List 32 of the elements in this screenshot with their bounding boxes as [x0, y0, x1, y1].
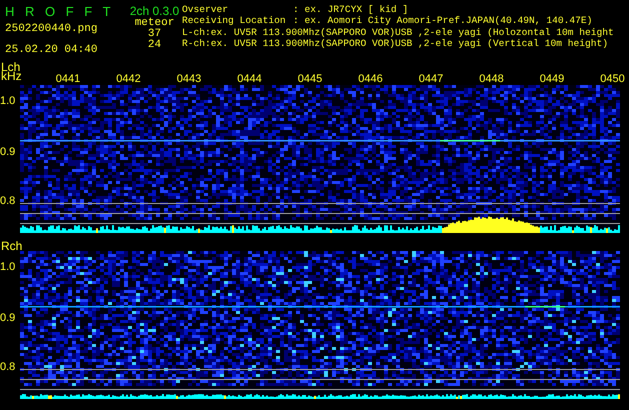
time-tick: 0441: [56, 73, 80, 85]
frequency-tick: 0.8: [0, 195, 16, 207]
time-tick: 0447: [418, 73, 444, 85]
info-label: L-ch:ex. UV5R 113.900Mhz(SAPPORO VOR)USB ,2-ele yagi (Holozontal 10m height: [182, 26, 614, 38]
info-value: : ex. JR7CYX [ kid ]: [293, 4, 408, 16]
time-tick: 0442: [116, 73, 141, 85]
meteor-count: 24: [148, 40, 162, 51]
frequency-tick: 0.8: [0, 361, 16, 373]
info-label: R-ch:ex. UV5R 113.900Mhz(SAPPORO VOR)USB ,2-ele yagi (Vertical 10m height): [182, 38, 608, 50]
filename: 2502200440.png: [5, 24, 98, 35]
time-tick: 0446: [358, 73, 383, 85]
meteor-label: meteor: [134, 18, 174, 29]
time-tick: 0449: [540, 73, 564, 85]
date-time: 25.02.20 04:40: [5, 45, 98, 56]
time-tick: 0443: [176, 73, 202, 85]
version-label: 2ch 0.3.0: [130, 4, 180, 18]
channel-label: Lch: [0, 62, 20, 72]
time-tick: 0444: [237, 73, 262, 85]
frequency-tick: 0.9: [0, 146, 16, 158]
frequency-tick: 0.9: [0, 312, 16, 324]
time-tick: 0450: [600, 73, 625, 85]
meteor-count: 37: [148, 29, 162, 40]
info-label: Receiving Location: [182, 15, 287, 27]
frequency-tick: 1.0: [0, 95, 16, 107]
channel-label: Rch: [0, 241, 24, 251]
time-tick: 0448: [479, 73, 504, 85]
info-value: : ex. Aomori City Aomori-Pref.JAPAN(40.49N, 140.47E): [293, 15, 592, 27]
frequency-tick: 1.0: [0, 261, 16, 273]
info-label: Ovserver: [182, 4, 230, 16]
app-title: H R O F F T: [5, 4, 111, 19]
time-tick: 0445: [298, 73, 322, 85]
unit-label: kHz: [1, 71, 22, 82]
